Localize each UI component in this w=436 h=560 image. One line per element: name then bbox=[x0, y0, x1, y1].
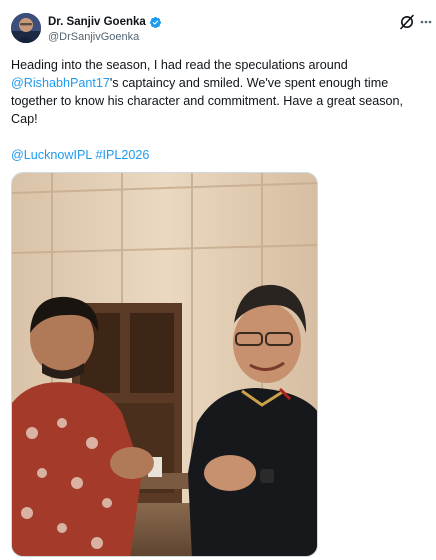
more-options-icon[interactable] bbox=[419, 14, 433, 30]
tweet-text: Heading into the season, I had read the … bbox=[11, 56, 429, 128]
tweet-text-part: Heading into the season, I had read the … bbox=[11, 58, 348, 72]
tweet-photo-image bbox=[12, 173, 317, 556]
author-display-name[interactable]: Dr. Sanjiv Goenka bbox=[48, 16, 146, 28]
author-handle[interactable]: @DrSanjivGoenka bbox=[48, 31, 139, 43]
mention-link[interactable]: @RishabhPant17 bbox=[11, 76, 110, 90]
mention-link-lucknow[interactable]: @LucknowIPL bbox=[11, 148, 92, 162]
avatar[interactable] bbox=[11, 13, 41, 43]
tweet-photo[interactable] bbox=[11, 172, 318, 557]
author-name-row[interactable]: Dr. Sanjiv Goenka bbox=[48, 14, 162, 30]
tweet-card[interactable]: Dr. Sanjiv Goenka @DrSanjivGoenka Headin… bbox=[0, 0, 436, 560]
hashtag-link[interactable]: #IPL2026 bbox=[95, 148, 149, 162]
grok-icon[interactable] bbox=[399, 14, 415, 30]
tweet-tags: @LucknowIPL #IPL2026 bbox=[11, 146, 149, 164]
avatar-image bbox=[11, 13, 41, 43]
verified-badge-icon[interactable] bbox=[149, 16, 162, 29]
